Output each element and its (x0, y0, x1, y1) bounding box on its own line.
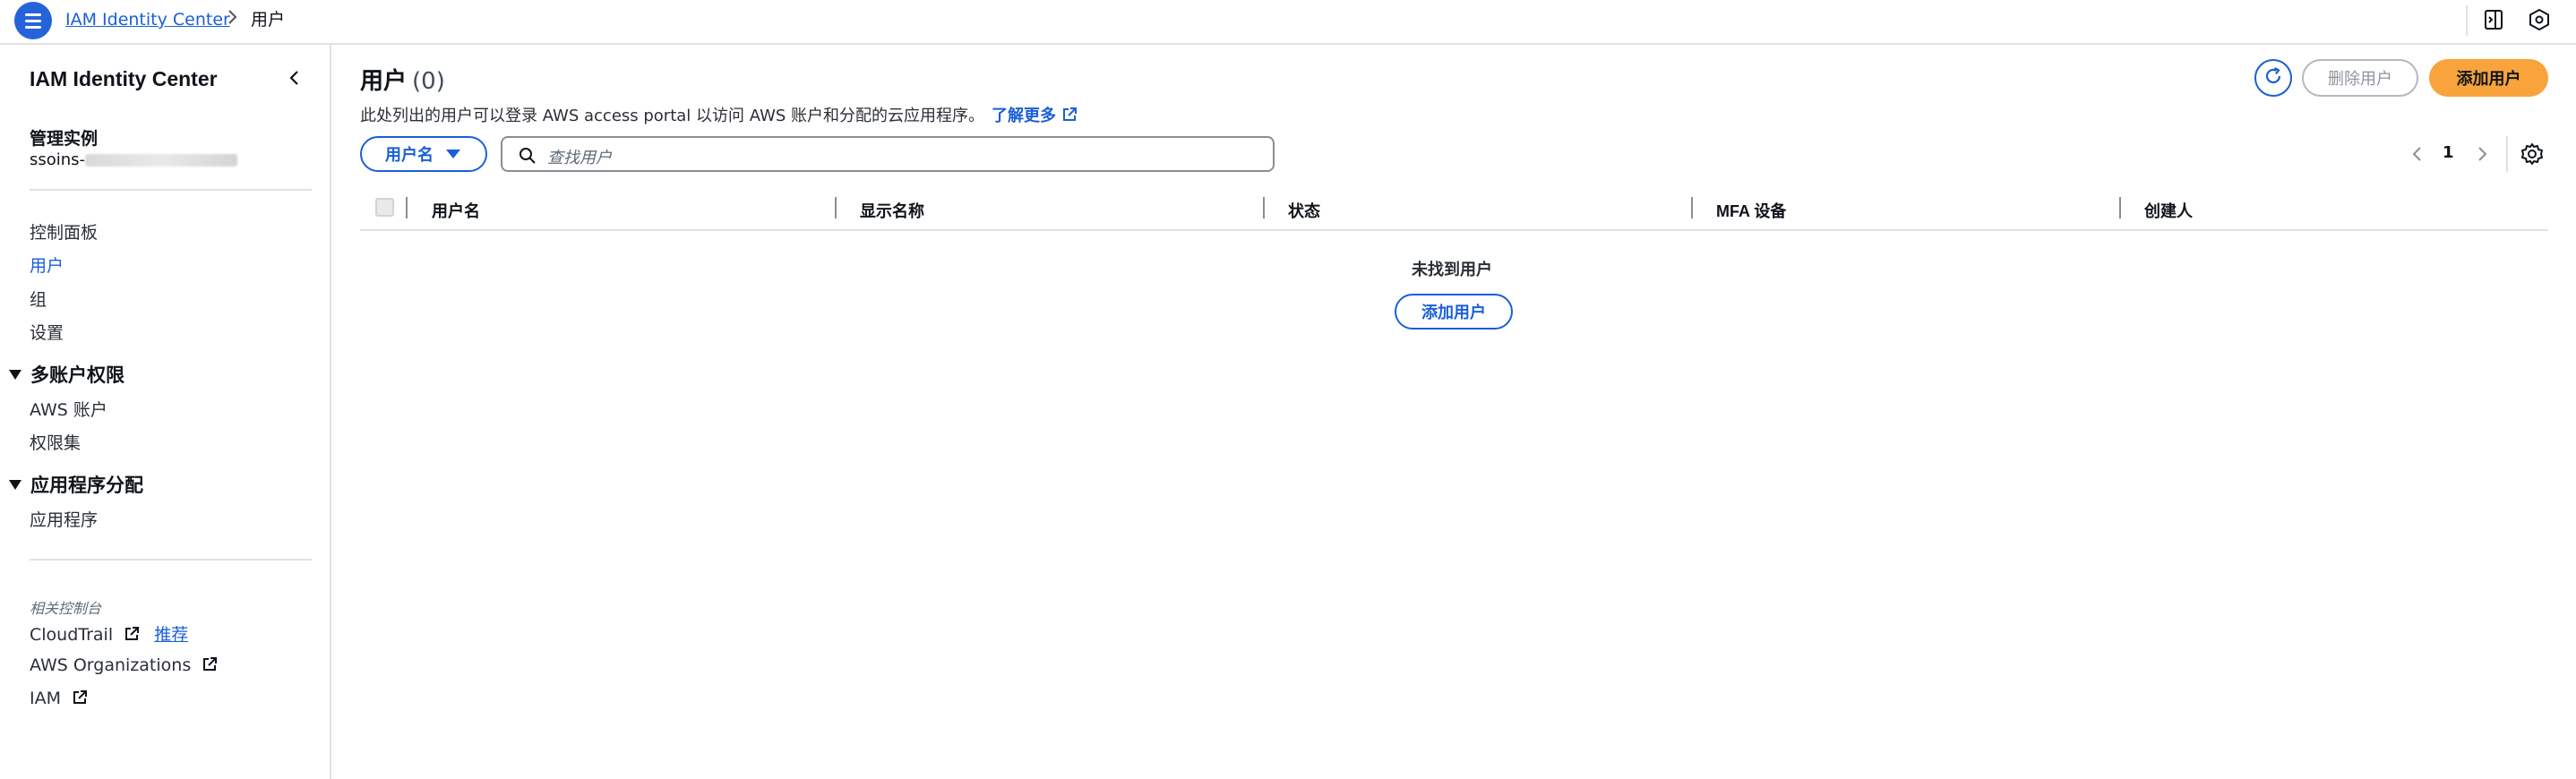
side-navigation: IAM Identity Center 管理实例 ssoins- 控制面板 用户… (0, 45, 331, 779)
column-header-created-by[interactable]: 创建人 (2144, 199, 2193, 222)
chevron-left-icon[interactable] (285, 68, 305, 88)
learn-more-link[interactable]: 了解更多 (992, 107, 1078, 125)
sidebar-item-applications[interactable]: 应用程序 (30, 507, 98, 531)
user-count: (0) (412, 68, 445, 95)
search-icon (519, 147, 537, 165)
top-divider (2466, 5, 2468, 36)
related-item-iam: IAM (30, 689, 88, 708)
sidebar-item-dashboard[interactable]: 控制面板 (30, 219, 98, 244)
column-divider[interactable] (835, 197, 837, 218)
pager-divider (2506, 136, 2508, 172)
search-input[interactable]: 查找用户 (501, 136, 1275, 172)
column-divider[interactable] (1691, 197, 1693, 218)
external-link-icon (124, 626, 140, 642)
instance-value: ssoins- (30, 150, 238, 169)
cloudtrail-link[interactable]: CloudTrail (30, 625, 113, 645)
related-item-organizations: AWS Organizations (30, 655, 218, 675)
table-header: 用户名 显示名称 状态 MFA 设备 创建人 (360, 192, 2548, 231)
breadcrumb-root-link[interactable]: IAM Identity Center (65, 9, 230, 30)
external-link-icon (72, 689, 88, 706)
sidebar-item-aws-accounts[interactable]: AWS 账户 (30, 397, 107, 421)
caret-down-icon (9, 479, 21, 490)
breadcrumb-current: 用户 (251, 10, 286, 30)
sidebar-item-groups[interactable]: 组 (30, 287, 47, 311)
page-number[interactable]: 1 (2443, 143, 2454, 162)
section-application-assignments[interactable]: 应用程序分配 (9, 471, 143, 498)
caret-down-icon (9, 369, 21, 380)
related-consoles-label: 相关控制台 (30, 600, 102, 617)
delete-users-button[interactable]: 删除用户 (2302, 59, 2418, 97)
column-divider[interactable] (2119, 197, 2121, 218)
page-title: 用户 (0) (360, 68, 445, 95)
filter-property-select[interactable]: 用户名 (360, 136, 487, 172)
column-divider[interactable] (406, 197, 408, 218)
refresh-icon (2263, 66, 2283, 90)
settings-hex-icon[interactable] (2528, 8, 2551, 31)
sidebar-item-permission-sets[interactable]: 权限集 (30, 430, 81, 454)
column-header-display-name[interactable]: 显示名称 (860, 199, 924, 222)
menu-icon[interactable] (14, 2, 52, 39)
column-divider[interactable] (1263, 197, 1265, 218)
column-header-status[interactable]: 状态 (1288, 199, 1320, 222)
search-placeholder: 查找用户 (547, 149, 612, 167)
sidebar-item-settings[interactable]: 设置 (30, 320, 64, 344)
sidebar-item-users[interactable]: 用户 (30, 253, 64, 277)
empty-state-add-user-button[interactable]: 添加用户 (1395, 294, 1513, 330)
empty-state-text: 未找到用户 (1412, 261, 1492, 279)
refresh-button[interactable] (2254, 59, 2292, 97)
instance-label: 管理实例 (30, 129, 99, 149)
sidebar-title: IAM Identity Center (30, 67, 218, 90)
top-navigation-bar: IAM Identity Center 用户 (0, 0, 2576, 45)
recommended-badge[interactable]: 推荐 (154, 625, 188, 645)
organizations-link[interactable]: AWS Organizations (30, 655, 191, 675)
notification-panel-icon[interactable] (2482, 8, 2505, 31)
column-header-mfa-devices[interactable]: MFA 设备 (1716, 199, 1786, 222)
chevron-left-icon[interactable] (2408, 143, 2427, 165)
related-item-cloudtrail: CloudTrail 推荐 (30, 621, 188, 646)
column-header-username[interactable]: 用户名 (432, 199, 480, 222)
external-link-icon (202, 656, 218, 672)
caret-down-icon (446, 150, 460, 158)
chevron-right-icon (227, 7, 239, 31)
page-description: 此处列出的用户可以登录 AWS access portal 以访问 AWS 账户… (360, 103, 1078, 126)
sidebar-divider (30, 189, 312, 191)
chevron-right-icon[interactable] (2472, 143, 2492, 165)
sidebar-divider (30, 559, 312, 561)
section-multi-account-permissions[interactable]: 多账户权限 (9, 361, 125, 388)
iam-link[interactable]: IAM (30, 689, 61, 708)
add-user-button[interactable]: 添加用户 (2429, 59, 2548, 97)
external-link-icon (1061, 107, 1078, 123)
select-all-checkbox[interactable] (375, 198, 394, 217)
gear-icon[interactable] (2520, 141, 2545, 167)
